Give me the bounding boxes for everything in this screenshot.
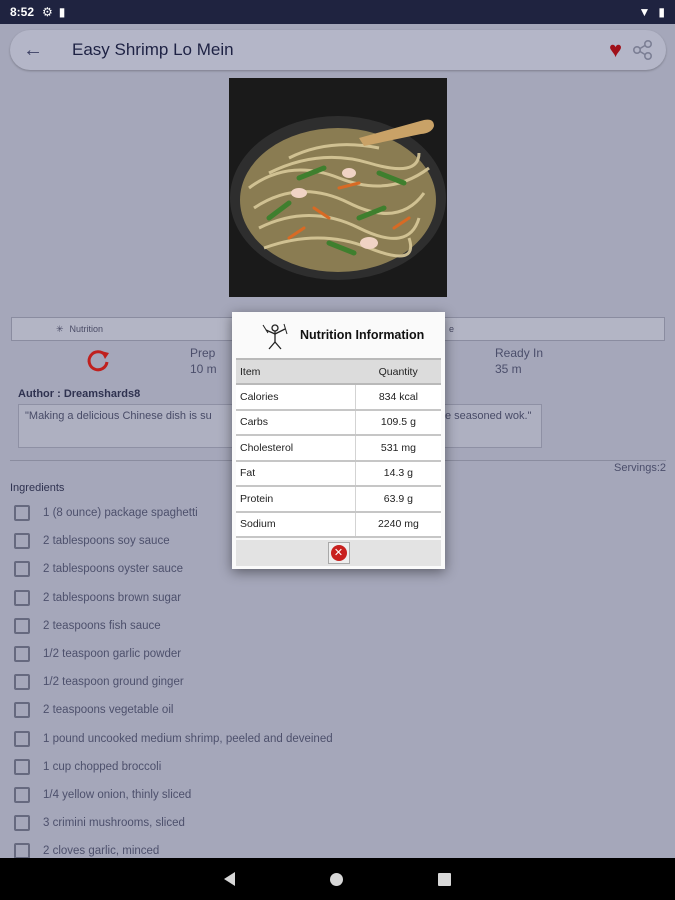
dialog-title: Nutrition Information	[300, 328, 425, 342]
table-row: Carbs 109.5 g	[236, 409, 441, 436]
ingredient-checkbox[interactable]	[14, 702, 30, 719]
ingredient-checkbox[interactable]	[14, 843, 30, 860]
ingredient-label: 1/4 yellow onion, thinly sliced	[43, 788, 192, 801]
nav-back-icon[interactable]	[224, 872, 235, 886]
ingredient-item[interactable]: 2 teaspoons fish sauce	[14, 612, 333, 640]
description-right: e seasoned wok."	[445, 410, 532, 422]
system-nav-bar	[0, 858, 675, 900]
nutrition-tab-icon: ✳	[56, 323, 64, 334]
page-title: Easy Shrimp Lo Mein	[72, 40, 234, 59]
ingredient-checkbox[interactable]	[14, 561, 30, 578]
ingredient-checkbox[interactable]	[14, 786, 30, 803]
ingredient-label: 1/2 teaspoon garlic powder	[43, 648, 182, 661]
description-left: "Making a delicious Chinese dish is su	[25, 410, 212, 422]
ingredient-checkbox[interactable]	[14, 617, 30, 634]
close-dialog-button[interactable]: ✕	[327, 542, 350, 564]
nutrient-name: Sodium	[236, 511, 356, 538]
ingredient-label: 1 pound uncooked medium shrimp, peeled a…	[43, 732, 333, 745]
column-header-item: Item	[236, 358, 356, 385]
prep-time: Prep 10 m	[190, 346, 217, 376]
status-time: 8:52	[10, 5, 35, 19]
nutrient-quantity: 14.3 g	[354, 460, 441, 487]
ingredient-checkbox[interactable]	[14, 674, 30, 691]
tab-nutrition[interactable]: Nutrition	[70, 324, 104, 334]
battery-icon: ▮	[658, 5, 665, 19]
tab-right-fragment[interactable]: e	[449, 324, 454, 334]
ingredient-label: 2 tablespoons brown sugar	[43, 591, 182, 604]
refresh-icon[interactable]	[86, 348, 112, 374]
ingredient-label: 1/2 teaspoon ground ginger	[43, 676, 184, 689]
ingredient-checkbox[interactable]	[14, 815, 30, 832]
ingredient-checkbox[interactable]	[14, 730, 30, 747]
ingredient-checkbox[interactable]	[14, 533, 30, 550]
column-header-quantity: Quantity	[355, 358, 441, 385]
ingredient-label: 1 cup chopped broccoli	[43, 760, 162, 773]
arrow-left-icon: ←	[23, 38, 43, 61]
author-label: Author : Dreamshards8	[18, 388, 141, 400]
table-row: Sodium 2240 mg	[236, 511, 441, 538]
nutrient-name: Fat	[236, 460, 356, 487]
favorite-heart-icon[interactable]: ♥	[609, 39, 622, 61]
ingredient-label: 2 cloves garlic, minced	[43, 845, 160, 858]
ingredient-label: 2 tablespoons soy sauce	[43, 535, 170, 548]
dialog-footer: ✕	[236, 540, 441, 566]
nav-recents-icon[interactable]	[438, 872, 451, 886]
nutrient-name: Carbs	[236, 409, 356, 436]
table-row: Calories 834 kcal	[236, 384, 441, 411]
ingredient-checkbox[interactable]	[14, 758, 30, 775]
ingredient-checkbox[interactable]	[14, 505, 30, 522]
ingredient-item[interactable]: 1/2 teaspoon ground ginger	[14, 668, 333, 696]
ingredient-item[interactable]: 1 pound uncooked medium shrimp, peeled a…	[14, 725, 333, 753]
servings-label: Servings:2	[614, 462, 666, 474]
ingredients-title: Ingredients	[10, 482, 65, 494]
status-bar: 8:52 ⚙ ▮ ▼ ▮	[0, 0, 675, 24]
ingredient-label: 1 (8 ounce) package spaghetti	[43, 507, 198, 520]
prep-label: Prep	[190, 346, 216, 360]
ingredient-item[interactable]: 1 cup chopped broccoli	[14, 753, 333, 781]
nutrient-quantity: 2240 mg	[354, 511, 441, 538]
ingredient-item[interactable]: 1/2 teaspoon garlic powder	[14, 640, 333, 668]
ingredient-label: 2 tablespoons oyster sauce	[43, 563, 184, 576]
nav-home-icon[interactable]	[330, 872, 343, 886]
recipe-photo	[229, 78, 447, 297]
ready-time: Ready In 35 m	[495, 346, 543, 376]
dialog-header: Nutrition Information	[236, 312, 441, 358]
ingredient-item[interactable]: 3 crimini mushrooms, sliced	[14, 809, 333, 837]
ready-label: Ready In	[495, 346, 544, 360]
nutrition-table: Item Quantity Calories 834 kcal Carbs 109.5…	[236, 358, 441, 538]
ingredient-item[interactable]: 1/4 yellow onion, thinly sliced	[14, 781, 333, 809]
nutrient-name: Cholesterol	[236, 435, 356, 462]
nutrient-quantity: 531 mg	[354, 435, 441, 462]
sd-card-icon: ▮	[58, 5, 66, 19]
ingredient-checkbox[interactable]	[14, 646, 30, 663]
nutrient-quantity: 63.9 g	[354, 486, 441, 513]
ingredient-item[interactable]: 2 tablespoons brown sugar	[14, 584, 333, 612]
table-header-row: Item Quantity	[236, 358, 441, 385]
chef-logo-icon	[262, 323, 288, 350]
nutrition-dialog: Nutrition Information Item Quantity Calo…	[232, 312, 445, 569]
ingredient-label: 2 teaspoons fish sauce	[43, 619, 161, 632]
table-row: Fat 14.3 g	[236, 460, 441, 487]
wifi-icon: ▼	[638, 5, 651, 19]
table-row: Protein 63.9 g	[236, 486, 441, 513]
ready-value: 35 m	[495, 362, 522, 376]
prep-value: 10 m	[190, 362, 217, 376]
ingredient-checkbox[interactable]	[14, 589, 30, 606]
back-button[interactable]: ←	[20, 37, 46, 63]
ingredient-item[interactable]: 2 teaspoons vegetable oil	[14, 696, 333, 724]
nutrient-name: Calories	[236, 384, 356, 411]
nutrient-quantity: 109.5 g	[354, 409, 441, 436]
table-row: Cholesterol 531 mg	[236, 435, 441, 462]
ingredient-label: 3 crimini mushrooms, sliced	[43, 817, 185, 830]
nutrient-quantity: 834 kcal	[354, 384, 441, 411]
share-icon[interactable]	[632, 39, 654, 61]
close-icon: ✕	[330, 545, 347, 561]
settings-icon: ⚙	[42, 5, 53, 19]
app-toolbar: ← Easy Shrimp Lo Mein ♥	[10, 30, 666, 70]
ingredient-label: 2 teaspoons vegetable oil	[43, 704, 174, 717]
nutrient-name: Protein	[236, 486, 356, 513]
